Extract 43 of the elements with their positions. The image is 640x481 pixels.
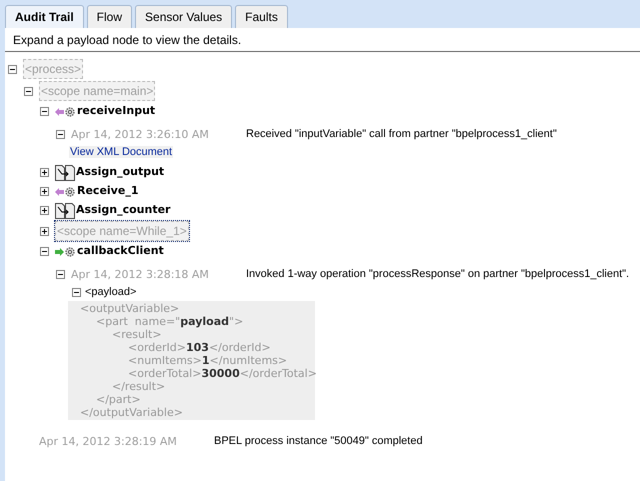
collapse-icon[interactable] bbox=[72, 288, 81, 297]
xml-line: <result> bbox=[112, 328, 162, 341]
arrow-gear-icon bbox=[55, 106, 76, 118]
expand-icon[interactable] bbox=[40, 226, 49, 236]
documents-icon bbox=[55, 202, 75, 218]
activity-label[interactable]: callbackClient bbox=[77, 243, 164, 260]
activity-label[interactable]: Assign_output bbox=[76, 164, 164, 181]
activity-label[interactable]: Receive_1 bbox=[77, 183, 138, 200]
tab[interactable]: Faults bbox=[235, 5, 288, 28]
collapse-icon[interactable] bbox=[24, 86, 33, 96]
tab[interactable]: Audit Trail bbox=[5, 5, 84, 28]
tab[interactable]: Flow bbox=[86, 5, 132, 28]
arrow-gear-icon bbox=[55, 186, 76, 198]
collapse-icon[interactable] bbox=[40, 247, 49, 256]
xml-line: <part name="payload"> bbox=[96, 315, 244, 328]
collapse-icon[interactable] bbox=[56, 270, 65, 278]
event-time: Apr 14, 2012 3:26:10 AM bbox=[71, 128, 209, 141]
event-message: BPEL process instance "50049" completed bbox=[214, 434, 423, 449]
xml-line: <orderId>103</orderId> bbox=[128, 341, 271, 354]
event-message: Invoked 1-way operation "processResponse" on partner "bpelprocess1_client". bbox=[246, 266, 630, 282]
xml-line: </outputVariable> bbox=[80, 406, 183, 419]
tab[interactable]: Sensor Values bbox=[135, 5, 232, 28]
activity-label[interactable]: Assign_counter bbox=[76, 202, 170, 219]
hint-text: Expand a payload node to view the details. bbox=[13, 32, 242, 48]
activity-label[interactable]: receiveInput bbox=[77, 103, 156, 120]
xml-line: </part> bbox=[96, 393, 141, 406]
expand-icon[interactable] bbox=[40, 187, 49, 196]
view-xml-link[interactable]: View XML Document bbox=[69, 146, 174, 158]
xml-line: </result> bbox=[112, 380, 166, 393]
payload-label: <payload> bbox=[85, 285, 136, 300]
collapse-icon[interactable] bbox=[8, 64, 17, 74]
event-time: Apr 14, 2012 3:28:18 AM bbox=[71, 268, 209, 281]
xml-line: <numItems>1</numItems> bbox=[128, 354, 288, 367]
xml-line: <orderTotal>30000</orderTotal> bbox=[128, 367, 317, 380]
xml-line: <outputVariable> bbox=[80, 302, 180, 315]
collapse-icon[interactable] bbox=[40, 107, 49, 116]
documents-icon bbox=[55, 164, 75, 180]
expand-icon[interactable] bbox=[40, 168, 49, 177]
event-time: Apr 14, 2012 3:28:19 AM bbox=[39, 435, 177, 448]
event-message: Received "inputVariable" call from partner "bpelprocess1_client" bbox=[246, 126, 557, 142]
arrow-gear-icon bbox=[55, 246, 76, 258]
collapse-icon[interactable] bbox=[56, 130, 65, 138]
expand-icon[interactable] bbox=[40, 206, 49, 215]
